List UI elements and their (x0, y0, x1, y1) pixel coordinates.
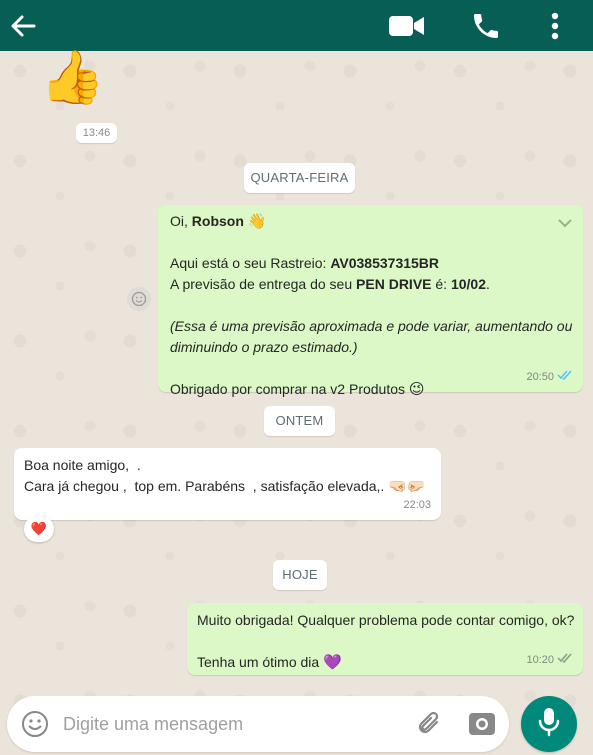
camera-icon[interactable] (467, 710, 497, 738)
chevron-down-icon[interactable] (557, 213, 573, 228)
message-bubble-outgoing[interactable]: Muito obrigada! Qualquer problema pode c… (187, 603, 583, 675)
date-separator: ONTEM (264, 406, 335, 436)
arrow-left-icon[interactable] (8, 11, 38, 41)
message-time: 20:50 (526, 371, 554, 383)
more-vertical-icon[interactable] (544, 10, 566, 42)
message-line: A previsão de entrega do seu PEN DRIVE é… (170, 276, 490, 292)
message-line: Tenha um ótimo dia 💜 (197, 654, 342, 671)
message-line: (Essa é uma previsão aproximada e pode v… (170, 318, 573, 334)
message-line: Boa noite amigo, . (24, 457, 141, 473)
date-separator: HOJE (273, 560, 327, 590)
heart-icon: ❤️ (30, 521, 48, 536)
message-bubble-outgoing[interactable]: Oi, Robson 👋 Aqui está o seu Rastreio: A… (158, 205, 583, 398)
message-input[interactable]: Digite uma mensagem (63, 714, 243, 735)
message-meta: 10:20 (526, 650, 573, 671)
video-camera-icon[interactable] (388, 13, 426, 39)
message-line: Obrigado por comprar na v2 Produtos 😉 (170, 381, 425, 398)
thumbs-up-sticker: 👍 (40, 49, 105, 107)
message-line: Aqui está o seu Rastreio: AV038537315BR (170, 255, 440, 271)
message-meta: 20:50 (526, 367, 573, 388)
paperclip-icon[interactable] (415, 708, 445, 740)
heart-reaction[interactable]: ❤️ (24, 516, 54, 542)
phone-icon[interactable] (469, 10, 503, 42)
emoji-icon[interactable] (21, 710, 49, 738)
react-emoji-icon[interactable] (127, 287, 151, 311)
microphone-button[interactable] (521, 696, 577, 752)
chat-header (0, 0, 593, 51)
message-line: Cara já chegou , top em. Parabéns , sati… (24, 478, 426, 495)
message-time: 22:03 (403, 499, 431, 511)
message-line: diminuindo o prazo estimado.) (170, 339, 358, 355)
message-line: Oi, Robson 👋 (170, 213, 267, 230)
message-time: 10:20 (526, 654, 554, 666)
microphone-icon (537, 707, 561, 742)
date-separator: QUARTA-FEIRA (244, 163, 355, 193)
message-bubble-incoming[interactable]: Boa noite amigo, . Cara já chegou , top … (14, 448, 441, 520)
message-meta: 22:03 (403, 495, 431, 516)
double-check-icon (557, 367, 573, 388)
double-check-icon (557, 650, 573, 671)
message-time: 13:46 (76, 123, 117, 143)
message-composer: Digite uma mensagem (7, 696, 509, 752)
message-line: Muito obrigada! Qualquer problema pode c… (197, 612, 575, 628)
